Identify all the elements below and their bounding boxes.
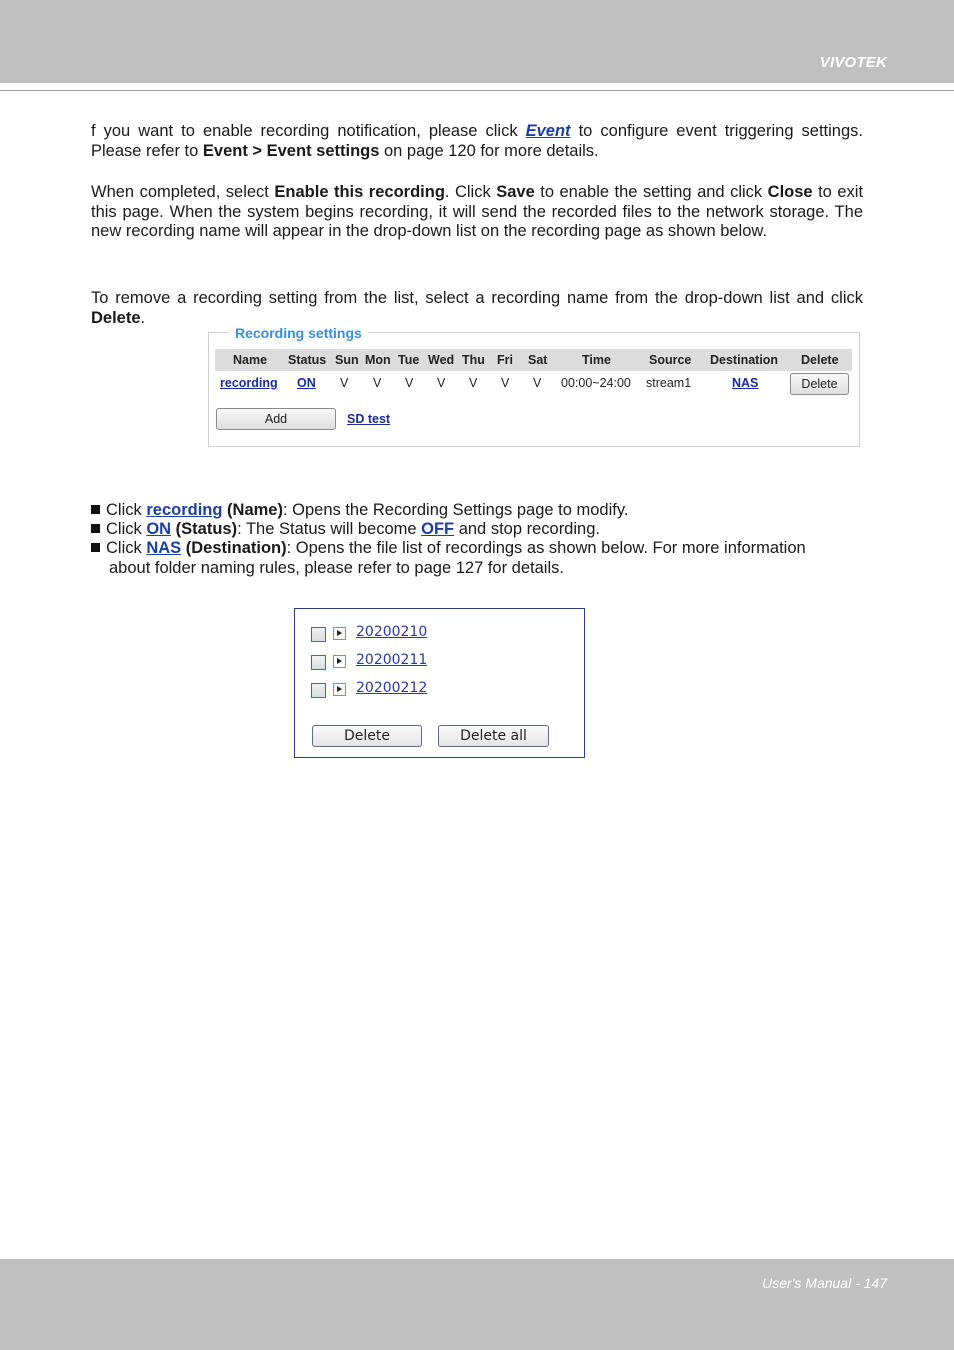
col-mon: Mon [365,353,391,367]
page-header: VIVOTEK [0,0,954,83]
day-fri: V [501,376,510,390]
add-recording-button[interactable]: Add [216,408,336,430]
folder-link[interactable]: 20200212 [356,680,427,696]
bullet-square-icon [91,524,100,533]
day-thu: V [469,376,478,390]
bullet-square-icon [91,505,100,514]
recording-link[interactable]: recording [146,501,222,519]
event-link[interactable]: Event [526,122,571,140]
text: : Opens the Recording Settings page to m… [282,501,629,519]
time-range: 00:00~24:00 [561,376,631,390]
paragraph-completed: When completed, select Enable this recor… [91,183,863,242]
page-number: User's Manual - 147 [762,1275,887,1291]
file-list-panel: 20200210 20200211 20200212 Delete Delete… [294,608,585,758]
delete-all-button[interactable]: Delete all [438,725,549,747]
header-divider [0,90,954,91]
text: to enable the setting and click [534,183,768,201]
bold-text: Delete [91,308,141,327]
bold-text: (Destination) [181,539,287,557]
text: on page 120 for more details. [379,141,599,160]
day-tue: V [405,376,414,390]
col-name: Name [233,353,268,367]
bullet-continuation: about folder naming rules, please refer … [109,559,564,577]
col-source: Source [649,353,692,367]
page-footer: User's Manual - 147 [0,1259,954,1350]
col-thu: Thu [462,353,485,367]
recording-settings-legend: Recording settings [229,325,368,341]
brand-logo: VIVOTEK [819,54,887,71]
text: f you want to enable recording notificat… [91,122,526,140]
col-destination: Destination [710,353,779,367]
col-wed: Wed [428,353,455,367]
text: Click [106,501,147,519]
col-tue: Tue [398,353,420,367]
destination-nas-link[interactable]: NAS [732,376,758,390]
arrow-right-icon[interactable] [333,627,346,640]
arrow-right-icon[interactable] [333,655,346,668]
bullet-item: Click recording (Name): Opens the Record… [91,501,628,521]
text: Click [106,539,147,557]
text: . [140,308,146,327]
checkbox[interactable] [311,655,326,670]
delete-recording-button[interactable]: Delete [790,373,849,395]
bold-text: (Status) [171,520,238,538]
text: When completed, select [91,183,275,201]
text: : Opens the file list of recordings as s… [286,539,806,557]
text: : The Status will become [237,520,422,538]
col-sun: Sun [335,353,359,367]
paragraph-remove: To remove a recording setting from the l… [91,289,863,328]
recording-settings-panel: Recording settings Name Status Sun Mon T… [208,325,860,447]
col-sat: Sat [528,353,548,367]
text: . Click [444,183,497,201]
day-sun: V [340,376,349,390]
text: Click [106,520,147,538]
recording-name-link[interactable]: recording [220,376,278,390]
bold-text: Save [496,183,535,201]
checkbox[interactable] [311,627,326,642]
col-fri: Fri [497,353,513,367]
text: To remove a recording setting from the l… [91,289,863,307]
bold-text: Enable this recording [274,183,445,201]
day-mon: V [373,376,382,390]
sd-test-link[interactable]: SD test [347,412,390,426]
on-link[interactable]: ON [146,520,171,538]
delete-button[interactable]: Delete [312,725,422,747]
folder-link[interactable]: 20200210 [356,624,427,640]
col-status: Status [288,353,327,367]
checkbox[interactable] [311,683,326,698]
nas-link[interactable]: NAS [146,539,181,557]
col-delete: Delete [801,353,839,367]
source-value: stream1 [646,376,692,390]
arrow-right-icon[interactable] [333,683,346,696]
bullet-item: Click ON (Status): The Status will becom… [91,520,600,540]
bold-text: Close [767,183,813,201]
bold-text: (Name) [222,501,283,519]
status-link[interactable]: ON [297,376,316,390]
day-wed: V [437,376,446,390]
bullet-square-icon [91,543,100,552]
text: and stop recording. [454,520,600,538]
col-time: Time [582,353,611,367]
bold-text: Event > Event settings [202,141,380,160]
bullet-item: Click NAS (Destination): Opens the file … [91,539,863,559]
paragraph-event: f you want to enable recording notificat… [91,122,863,161]
folder-link[interactable]: 20200211 [356,652,427,668]
off-link[interactable]: OFF [421,520,454,538]
day-sat: V [533,376,542,390]
